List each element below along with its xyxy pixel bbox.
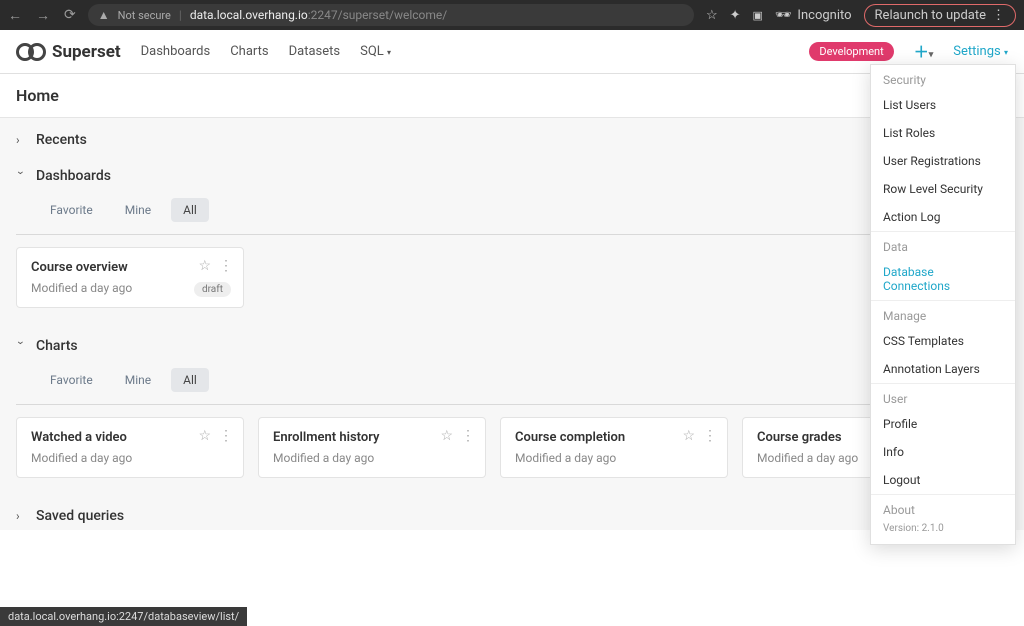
charts-filters: Favorite Mine All ＋CHART bbox=[16, 360, 1008, 404]
section-label: Saved queries bbox=[36, 508, 124, 524]
more-icon: ⋮ bbox=[992, 8, 1005, 23]
menu-item-annotation-layers[interactable]: Annotation Layers bbox=[871, 355, 1015, 383]
app-logo[interactable]: Superset bbox=[16, 42, 121, 62]
dashboards-filters: Favorite Mine All ＋DASHBOARD bbox=[16, 190, 1008, 234]
filter-all[interactable]: All bbox=[171, 198, 209, 222]
nav-dashboards[interactable]: Dashboards bbox=[141, 44, 211, 59]
section-saved-toggle[interactable]: › Saved queries bbox=[16, 494, 1008, 530]
star-icon[interactable]: ☆ bbox=[198, 428, 211, 444]
incognito-indicator: 🕶 Incognito bbox=[775, 8, 852, 23]
menu-item-list-users[interactable]: List Users bbox=[871, 91, 1015, 119]
filter-all[interactable]: All bbox=[171, 368, 209, 392]
chart-card[interactable]: ☆⋮ Enrollment history Modified a day ago bbox=[258, 417, 486, 478]
nav-sql[interactable]: SQL ▾ bbox=[360, 44, 391, 59]
section-label: Dashboards bbox=[36, 168, 111, 184]
menu-header-data: Data bbox=[871, 232, 1015, 258]
filter-mine[interactable]: Mine bbox=[113, 198, 163, 222]
nav-charts[interactable]: Charts bbox=[230, 44, 268, 59]
page-title: Home bbox=[16, 86, 1008, 105]
browser-toolbar: ← → ⟳ ▲ Not secure | data.local.overhang… bbox=[0, 0, 1024, 30]
divider bbox=[16, 404, 1008, 405]
card-meta: Modified a day ago bbox=[273, 451, 471, 465]
section-charts-toggle[interactable]: › Charts bbox=[16, 324, 1008, 360]
caret-down-icon: ▾ bbox=[1004, 48, 1008, 57]
menu-item-logout[interactable]: Logout bbox=[871, 466, 1015, 494]
filter-favorite[interactable]: Favorite bbox=[38, 198, 105, 222]
panel-icon[interactable]: ▣ bbox=[753, 9, 763, 22]
extensions-icon[interactable]: ✦ bbox=[730, 8, 741, 23]
chevron-right-icon: › bbox=[16, 133, 26, 147]
add-new-button[interactable]: ＋▾ bbox=[914, 41, 934, 62]
menu-item-profile[interactable]: Profile bbox=[871, 410, 1015, 438]
divider bbox=[16, 234, 1008, 235]
not-secure-label: Not secure bbox=[118, 9, 171, 22]
filter-favorite[interactable]: Favorite bbox=[38, 368, 105, 392]
relaunch-button[interactable]: Relaunch to update ⋮ bbox=[864, 4, 1016, 27]
logo-icon bbox=[16, 43, 46, 61]
menu-item-info[interactable]: Info bbox=[871, 438, 1015, 466]
menu-item-database-connections[interactable]: Database Connections bbox=[871, 258, 1015, 300]
nav-datasets[interactable]: Datasets bbox=[289, 44, 341, 59]
dashboards-cards: ☆⋮ Course overview Modified a day ago dr… bbox=[16, 247, 1008, 324]
caret-down-icon: ▾ bbox=[387, 48, 391, 57]
more-icon[interactable]: ⋮ bbox=[461, 428, 475, 444]
more-icon[interactable]: ⋮ bbox=[219, 428, 233, 444]
reload-icon[interactable]: ⟳ bbox=[64, 7, 76, 23]
more-icon[interactable]: ⋮ bbox=[219, 258, 233, 274]
menu-item-list-roles[interactable]: List Roles bbox=[871, 119, 1015, 147]
card-meta: Modified a day ago bbox=[515, 451, 713, 465]
chevron-down-icon: › bbox=[14, 341, 28, 351]
card-meta: Modified a day ago bbox=[31, 451, 229, 465]
section-label: Charts bbox=[36, 338, 78, 354]
menu-item-row-level-security[interactable]: Row Level Security bbox=[871, 175, 1015, 203]
not-secure-icon: ▲ bbox=[98, 8, 110, 22]
status-bar: data.local.overhang.io:2247/databaseview… bbox=[0, 607, 247, 626]
settings-dropdown[interactable]: Settings ▾ bbox=[953, 44, 1008, 59]
menu-item-user-registrations[interactable]: User Registrations bbox=[871, 147, 1015, 175]
section-dashboards-toggle[interactable]: › Dashboards bbox=[16, 154, 1008, 190]
menu-header-user: User bbox=[871, 384, 1015, 410]
env-badge: Development bbox=[809, 42, 893, 61]
version-text: Version: 2.1.0 bbox=[871, 521, 1015, 544]
forward-icon[interactable]: → bbox=[36, 7, 50, 24]
menu-header-about: About bbox=[871, 495, 1015, 521]
chevron-down-icon: › bbox=[14, 171, 28, 181]
section-recents-toggle[interactable]: › Recents bbox=[16, 118, 1008, 154]
star-icon[interactable]: ☆ bbox=[682, 428, 695, 444]
back-icon[interactable]: ← bbox=[8, 7, 22, 24]
more-icon[interactable]: ⋮ bbox=[703, 428, 717, 444]
chart-card[interactable]: ☆⋮ Watched a video Modified a day ago bbox=[16, 417, 244, 478]
star-icon[interactable]: ☆ bbox=[198, 258, 211, 274]
chevron-right-icon: › bbox=[16, 509, 26, 523]
settings-menu: Security List Users List Roles User Regi… bbox=[870, 64, 1016, 545]
menu-header-manage: Manage bbox=[871, 301, 1015, 327]
menu-header-security: Security bbox=[871, 65, 1015, 91]
bookmark-icon[interactable]: ☆ bbox=[706, 8, 718, 23]
menu-item-action-log[interactable]: Action Log bbox=[871, 203, 1015, 231]
url-text: data.local.overhang.io:2247/superset/wel… bbox=[190, 8, 447, 22]
charts-cards: ☆⋮ Watched a video Modified a day ago ☆⋮… bbox=[16, 417, 1008, 494]
dashboard-card[interactable]: ☆⋮ Course overview Modified a day ago dr… bbox=[16, 247, 244, 308]
caret-down-icon: ▾ bbox=[929, 50, 934, 60]
menu-item-css-templates[interactable]: CSS Templates bbox=[871, 327, 1015, 355]
address-bar[interactable]: ▲ Not secure | data.local.overhang.io:22… bbox=[88, 4, 694, 26]
star-icon[interactable]: ☆ bbox=[440, 428, 453, 444]
chart-card[interactable]: ☆⋮ Course completion Modified a day ago bbox=[500, 417, 728, 478]
section-label: Recents bbox=[36, 132, 87, 148]
incognito-icon: 🕶 bbox=[775, 8, 792, 23]
filter-mine[interactable]: Mine bbox=[113, 368, 163, 392]
draft-badge: draft bbox=[194, 282, 231, 297]
